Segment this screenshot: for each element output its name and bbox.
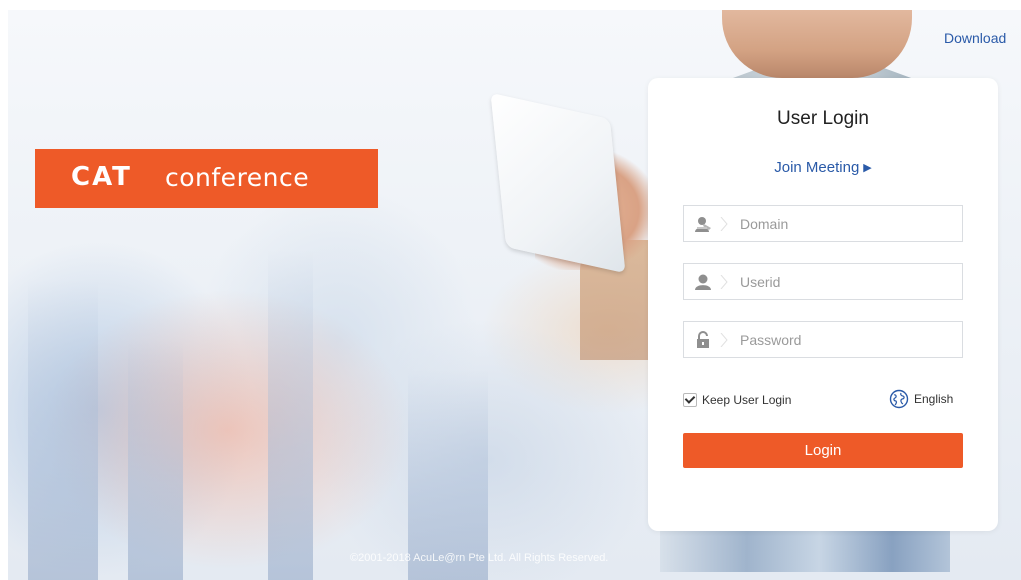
login-title: User Login (777, 108, 869, 129)
userid-input[interactable] (740, 264, 950, 299)
background-building (268, 250, 313, 580)
play-arrow-icon: ▶ (863, 162, 872, 174)
background-tablet (490, 92, 626, 274)
domain-input[interactable] (740, 206, 950, 241)
logo-word-text: conference (165, 163, 310, 192)
background-city-strip (660, 528, 950, 572)
userid-field (683, 263, 963, 300)
chevron-right-icon (720, 217, 728, 231)
checkbox-checked-icon[interactable] (683, 393, 697, 407)
lock-icon (684, 322, 722, 357)
login-page: Download CAT conference ©2001-2018 AcuLe… (0, 0, 1021, 580)
chevron-right-icon (720, 275, 728, 289)
background-building (408, 370, 488, 580)
background-building (28, 280, 98, 580)
domain-user-icon (684, 206, 722, 241)
language-selector[interactable]: English (889, 389, 953, 409)
password-input[interactable] (740, 322, 950, 357)
background-building (128, 340, 183, 580)
download-link[interactable]: Download (944, 30, 1006, 46)
globe-icon (889, 389, 909, 409)
login-button[interactable]: Login (683, 433, 963, 468)
chevron-right-icon (720, 333, 728, 347)
cat-conference-logo: CAT conference (35, 149, 378, 208)
login-card: User Login Join Meeting ▶ Domain Userid … (648, 78, 998, 531)
keep-user-login-checkbox[interactable]: Keep User Login (683, 392, 791, 408)
domain-field (683, 205, 963, 242)
user-icon (684, 264, 722, 299)
keep-user-login-label: Keep User Login (702, 393, 792, 407)
logo-brand-text: CAT (71, 162, 132, 192)
join-meeting-link[interactable]: Join Meeting ▶ (648, 159, 998, 176)
copyright-text: ©2001-2018 AcuLe@rn Pte Ltd. All Rights … (350, 552, 609, 564)
language-label: English (914, 392, 954, 406)
join-meeting-label: Join Meeting (774, 159, 860, 176)
password-field (683, 321, 963, 358)
background-person-chin (722, 10, 912, 78)
